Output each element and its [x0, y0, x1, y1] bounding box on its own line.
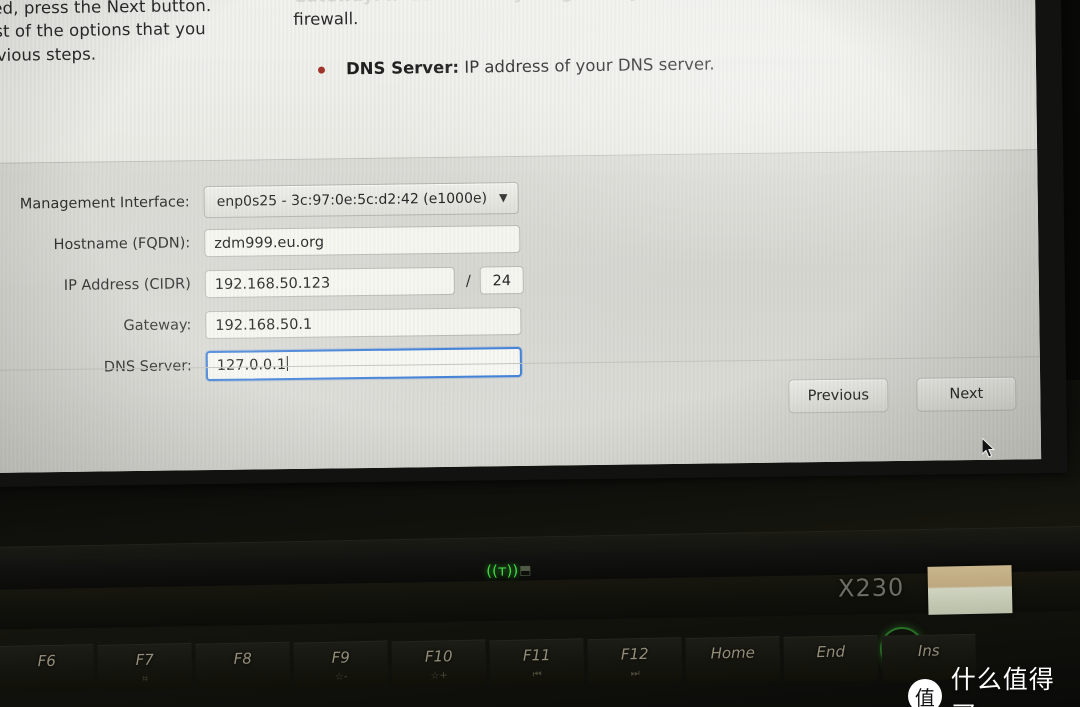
- key-f10[interactable]: F10 ☆+: [391, 639, 487, 688]
- photo-scene: ((ᴛ)) ⬒ X230 F6 F7 ⌗ F8 F9 ☆- F10 ☆+ F11…: [0, 0, 1080, 707]
- label-gateway: Gateway:: [123, 316, 192, 334]
- key-f9-label: F9: [331, 648, 351, 667]
- dns-server-value: 127.0.0.1: [216, 356, 287, 374]
- management-interface-select[interactable]: enp0s25 - 3c:97:0e:5c:d2:42 (e1000e) ▼: [203, 181, 519, 218]
- key-f9-sub: ☆-: [334, 671, 348, 683]
- key-f7-sub: ⌗: [142, 673, 149, 685]
- network-settings-form: Management Interface: enp0s25 - 3c:97:0e…: [0, 150, 1042, 474]
- cidr-separator: /: [465, 271, 471, 290]
- key-insert-label: Ins: [917, 641, 940, 660]
- laptop-screen: inished, press the Next button. n a list…: [0, 0, 1068, 488]
- key-f11-sub: ⏮: [532, 669, 542, 681]
- key-f9[interactable]: F9 ☆-: [293, 640, 389, 689]
- drive-led-icon: ⬒: [519, 563, 532, 579]
- bullet-dot-icon: [317, 66, 326, 74]
- wireless-led-icon: ((ᴛ)): [486, 561, 519, 580]
- key-f12-sub: ⏭: [630, 668, 640, 680]
- key-f6-sub: [0, 685, 94, 687]
- label-management-interface: Management Interface:: [19, 193, 190, 213]
- watermark: 值 什么值得买: [908, 660, 1080, 707]
- key-f12[interactable]: F12 ⏭: [587, 637, 683, 686]
- chevron-down-icon: ▼: [498, 191, 508, 205]
- next-button[interactable]: Next: [916, 376, 1017, 412]
- instructions-left-column: inished, press the Next button. n a list…: [0, 0, 254, 68]
- gateway-input[interactable]: 192.168.50.1: [205, 306, 522, 339]
- key-f12-label: F12: [620, 644, 649, 664]
- key-end-label: End: [816, 642, 846, 662]
- row-dns-server: DNS Server: 127.0.0.1: [0, 340, 576, 389]
- instructions-left-line-3: e previous steps.: [0, 44, 97, 66]
- key-f8-label: F8: [233, 649, 253, 668]
- screen-content: inished, press the Next button. n a list…: [0, 0, 1042, 474]
- wizard-button-bar: Previous Next: [788, 376, 1017, 414]
- instructions-right-column: Gateway: IP address of your gateway or f…: [293, 0, 814, 81]
- form-rows: Management Interface: enp0s25 - 3c:97:0e…: [0, 176, 576, 389]
- key-f10-label: F10: [424, 647, 453, 666]
- key-f6[interactable]: F6: [0, 643, 95, 692]
- key-f7-label: F7: [135, 650, 155, 670]
- previous-button[interactable]: Previous: [788, 378, 889, 414]
- ip-address-input[interactable]: 192.168.50.123: [204, 266, 455, 298]
- dns-help-text: IP address of your DNS server.: [458, 54, 715, 77]
- key-f11-label: F11: [522, 645, 551, 665]
- key-home-label: Home: [710, 643, 756, 663]
- dns-help-bullet: DNS Server: IP address of your DNS serve…: [294, 51, 814, 81]
- watermark-text: 什么值得买: [950, 665, 1055, 707]
- key-f8[interactable]: F8: [195, 641, 291, 690]
- mouse-cursor-icon: [982, 438, 995, 458]
- instructions-panel: inished, press the Next button. n a list…: [0, 0, 1038, 166]
- key-f11[interactable]: F11 ⏮: [489, 638, 585, 687]
- key-f6-label: F6: [37, 651, 57, 671]
- label-hostname: Hostname (FQDN):: [53, 234, 191, 253]
- key-f10-sub: ☆+: [430, 670, 448, 682]
- model-badge: X230: [837, 573, 905, 603]
- key-f7[interactable]: F7 ⌗: [97, 642, 193, 691]
- key-end[interactable]: End: [783, 634, 879, 683]
- key-home[interactable]: Home: [685, 635, 781, 685]
- hostname-input[interactable]: zdm999.eu.org: [204, 224, 521, 257]
- label-ip-address: IP Address (CIDR): [63, 275, 191, 294]
- key-f8-sub: [196, 683, 290, 685]
- cidr-prefix-input[interactable]: 24: [479, 265, 525, 295]
- dns-help-term: DNS Server:: [345, 57, 460, 79]
- management-interface-value: enp0s25 - 3c:97:0e:5c:d2:42 (e1000e): [216, 189, 488, 210]
- watermark-logo-icon: 值: [908, 679, 942, 707]
- text-cursor: [286, 355, 289, 371]
